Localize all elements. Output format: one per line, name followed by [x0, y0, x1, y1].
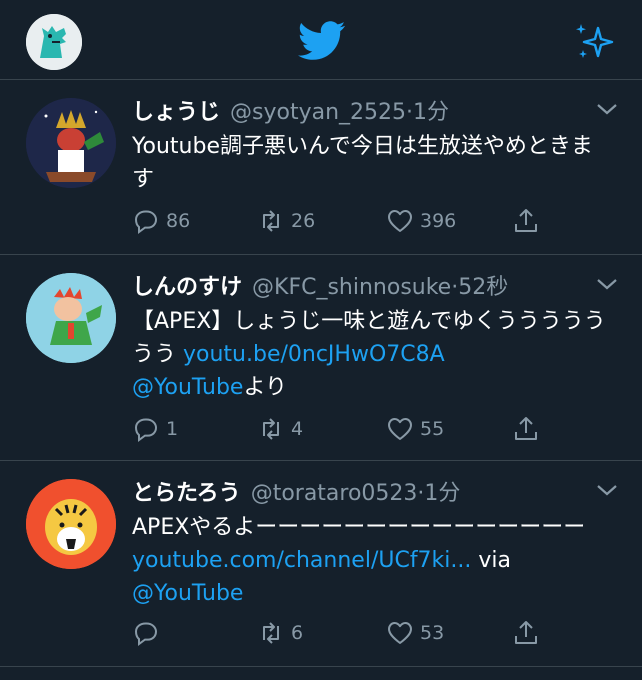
retweet-count: 4	[291, 418, 304, 440]
profile-avatar[interactable]	[26, 14, 82, 70]
share-icon	[515, 209, 537, 232]
reply-icon	[134, 418, 158, 442]
reply-icon	[134, 210, 158, 234]
sparkle-icon[interactable]	[572, 22, 616, 62]
heart-icon	[388, 210, 412, 232]
share-button[interactable]	[512, 207, 540, 235]
character-avatar-icon	[26, 273, 116, 363]
top-header	[0, 0, 642, 80]
mention-link[interactable]: @YouTube	[132, 581, 243, 606]
character-avatar-icon	[26, 98, 116, 188]
tweet-meta: とらたろう @torataro0523·1分	[132, 479, 460, 509]
reply-count: 1	[166, 418, 179, 440]
user-handle[interactable]: @syotyan_2525	[230, 100, 406, 125]
reply-button[interactable]	[132, 619, 166, 647]
avatar[interactable]	[26, 273, 116, 363]
meta-separator: ·	[406, 100, 414, 125]
heart-icon	[388, 622, 412, 644]
retweet-count: 26	[291, 210, 316, 232]
tweet-time[interactable]: 52秒	[458, 275, 508, 300]
like-button[interactable]: 53	[386, 619, 444, 647]
chevron-down-icon[interactable]	[596, 102, 618, 116]
tweet-text-part: via	[471, 548, 511, 573]
tweet-time[interactable]: 1分	[424, 481, 460, 506]
tweet-text: 【APEX】しょうじ一味と遊んでゆくううううううう youtu.be/0ncJH…	[132, 305, 612, 404]
retweet-icon	[263, 210, 279, 232]
twitter-bird-icon[interactable]	[298, 20, 346, 62]
tiger-avatar-icon	[26, 479, 116, 569]
tweet-link[interactable]: youtu.be/0ncJHwO7C8A	[183, 342, 445, 367]
reply-icon	[134, 622, 158, 646]
like-button[interactable]: 396	[386, 207, 456, 235]
like-button[interactable]: 55	[386, 415, 444, 443]
avatar[interactable]	[26, 479, 116, 569]
like-count: 396	[420, 210, 457, 232]
tweet-actions: 1 4 55	[132, 415, 612, 443]
display-name[interactable]: とらたろう	[132, 481, 241, 506]
share-icon	[515, 621, 537, 644]
like-count: 53	[420, 622, 445, 644]
reply-count: 86	[166, 210, 191, 232]
tweet-text: APEXやるよーーーーーーーーーーーーーーー youtube.com/channe…	[132, 511, 612, 610]
reply-button[interactable]: 1	[132, 415, 178, 443]
share-button[interactable]	[512, 415, 540, 443]
tweet-item[interactable]: とらたろう @torataro0523·1分 APEXやるよーーーーーーーーーーー…	[0, 461, 642, 667]
tweet-time[interactable]: 1分	[413, 100, 449, 125]
share-icon	[515, 417, 537, 440]
tweet-meta: しんのすけ @KFC_shinnosuke·52秒	[132, 273, 508, 303]
like-count: 55	[420, 418, 445, 440]
tweet-text-part: Youtube調子悪いんで今日は生放送やめときます	[132, 134, 593, 192]
user-handle[interactable]: @KFC_shinnosuke	[252, 275, 451, 300]
chevron-down-icon[interactable]	[596, 277, 618, 291]
dino-avatar-icon	[26, 14, 82, 70]
tweet-text-part: APEXやるよーーーーーーーーーーーーーーー	[132, 515, 586, 540]
chevron-down-icon[interactable]	[596, 483, 618, 497]
tweet-actions: 6 53	[132, 619, 612, 647]
reply-button[interactable]: 86	[132, 207, 190, 235]
retweet-icon	[263, 418, 279, 440]
mention-link[interactable]: @YouTube	[132, 375, 243, 400]
retweet-icon	[263, 622, 279, 644]
retweet-count: 6	[291, 622, 304, 644]
tweet-actions: 86 26 396	[132, 207, 612, 235]
tweet-link[interactable]: youtube.com/channel/UCf7ki...	[132, 548, 471, 573]
retweet-button[interactable]: 6	[257, 619, 303, 647]
share-button[interactable]	[512, 619, 540, 647]
heart-icon	[388, 418, 412, 440]
display-name[interactable]: しょうじ	[132, 100, 220, 125]
tweet-item[interactable]: しんのすけ @KFC_shinnosuke·52秒 【APEX】しょうじ一味と遊ん…	[0, 255, 642, 461]
tweet-meta: しょうじ @syotyan_2525·1分	[132, 98, 449, 128]
tweet-text-part: より	[243, 375, 288, 400]
retweet-button[interactable]: 26	[257, 207, 315, 235]
retweet-button[interactable]: 4	[257, 415, 303, 443]
tweet-item[interactable]: しょうじ @syotyan_2525·1分 Youtube調子悪いんで今日は生放送…	[0, 80, 642, 255]
display-name[interactable]: しんのすけ	[132, 275, 242, 300]
tweet-text: Youtube調子悪いんで今日は生放送やめときます	[132, 130, 612, 196]
avatar[interactable]	[26, 98, 116, 188]
user-handle[interactable]: @torataro0523	[251, 481, 418, 506]
